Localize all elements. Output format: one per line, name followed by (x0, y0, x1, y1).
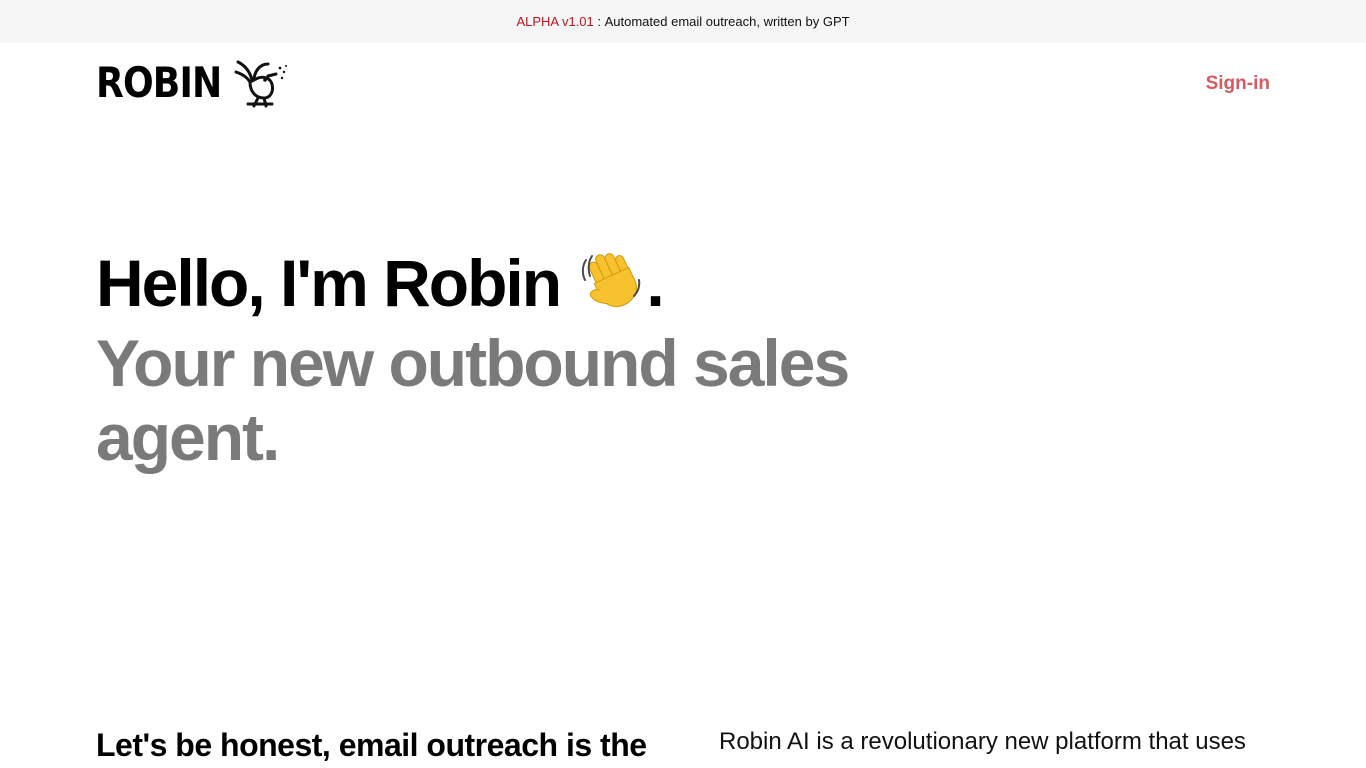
hero-line-1: Hello, I'm Robin . (96, 246, 896, 326)
hero-line-2: Your new outbound sales agent. (96, 326, 850, 474)
banner-separator: : (593, 14, 605, 29)
hero-greeting: Hello, I'm Robin (96, 246, 562, 320)
section-intro: Robin AI is a revolutionary new platform… (719, 728, 1246, 755)
logo[interactable]: ROBIN (96, 58, 288, 108)
bird-icon (234, 60, 287, 108)
site-header: ROBIN Sign-in (96, 43, 1270, 123)
hero-period: . (646, 246, 664, 320)
hero-heading: Hello, I'm Robin . Your new outbound sal… (96, 246, 896, 474)
version-badge: ALPHA v1.01 (516, 14, 594, 29)
waving-hand-icon (578, 246, 644, 326)
announcement-banner: ALPHA v1.01 : Automated email outreach, … (0, 0, 1366, 43)
banner-text: Automated email outreach, written by GPT (604, 14, 850, 29)
section-heading: Let's be honest, email outreach is the (96, 727, 647, 763)
logo-wordmark: ROBIN (96, 58, 222, 107)
signin-link[interactable]: Sign-in (1206, 73, 1270, 95)
